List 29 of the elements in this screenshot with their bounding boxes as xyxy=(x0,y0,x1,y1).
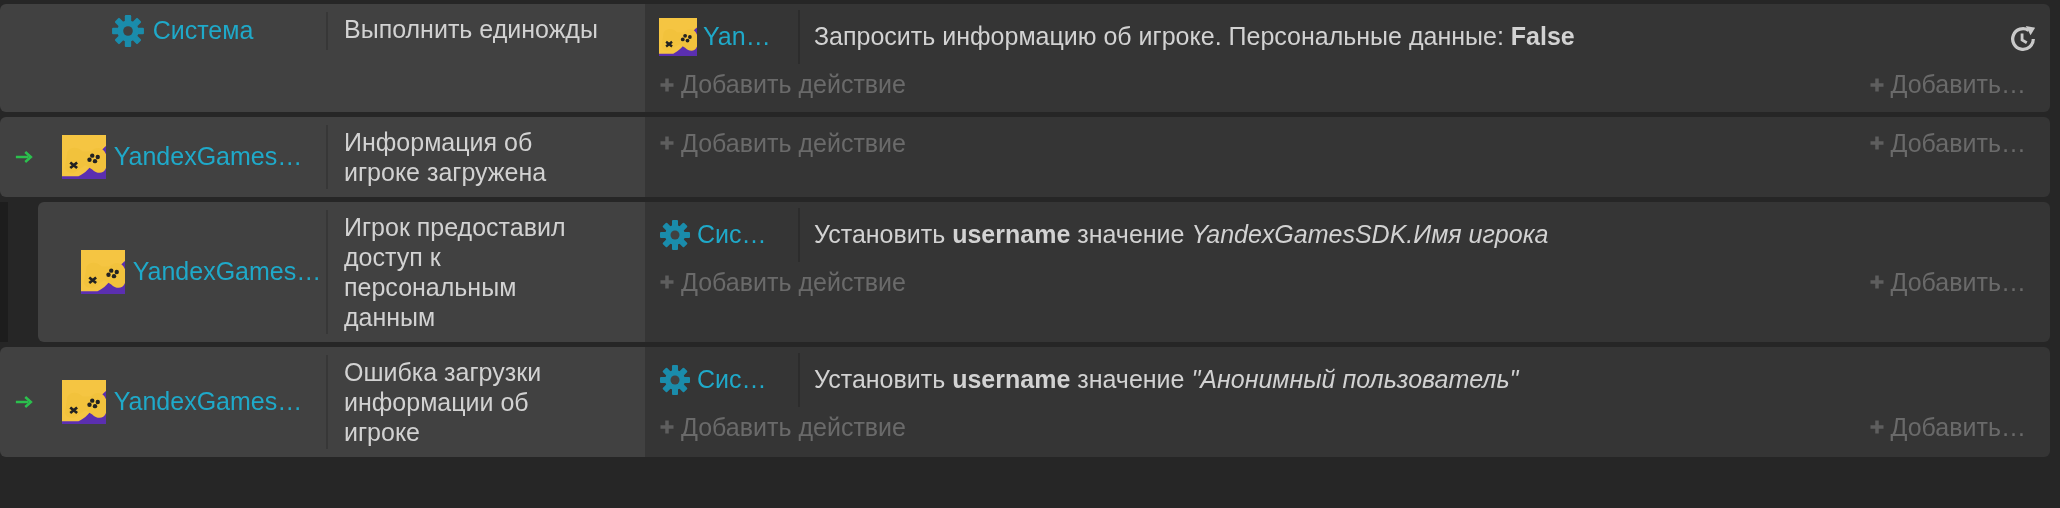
action-text[interactable]: Запросить информацию об игроке. Персональные данные: False xyxy=(800,18,1575,56)
plus-icon xyxy=(1868,135,1885,152)
plus-icon xyxy=(1868,419,1885,436)
object-name[interactable]: Сис… xyxy=(697,215,767,254)
action-text[interactable]: Установить username значение "Анонимный пользователь" xyxy=(800,360,1519,399)
object-name[interactable]: YandexGames… xyxy=(113,137,303,176)
gamepad-icon xyxy=(80,249,125,294)
condition-text[interactable]: Игрок предоставил доступ к персональным данным xyxy=(328,201,645,342)
object-name[interactable]: YandexGames… xyxy=(113,382,303,421)
object-name[interactable]: YandexGames… xyxy=(132,252,322,291)
condition-text[interactable]: Ошибка загрузки информации об игроке xyxy=(328,346,645,457)
plus-icon xyxy=(659,135,675,152)
gear-icon xyxy=(659,363,691,396)
gamepad-icon xyxy=(61,379,106,424)
gamepad-icon xyxy=(659,18,697,56)
plus-icon xyxy=(1868,76,1885,93)
condition-text[interactable]: Информация об игроке загружена xyxy=(328,116,645,197)
object-name[interactable]: Система xyxy=(152,12,254,50)
plus-icon xyxy=(1868,274,1885,291)
plus-icon xyxy=(659,274,675,291)
gear-icon xyxy=(110,13,145,48)
plus-icon xyxy=(659,76,675,93)
gamepad-icon xyxy=(61,134,106,179)
object-name[interactable]: Yan… xyxy=(703,18,771,56)
object-name[interactable]: Сис… xyxy=(697,360,767,399)
gear-icon xyxy=(659,218,691,251)
condition-text[interactable]: Выполнить единожды xyxy=(328,4,645,58)
plus-icon xyxy=(659,419,675,436)
action-text[interactable]: Установить username значение YandexGamesSDK.Имя игрока xyxy=(800,215,1549,254)
